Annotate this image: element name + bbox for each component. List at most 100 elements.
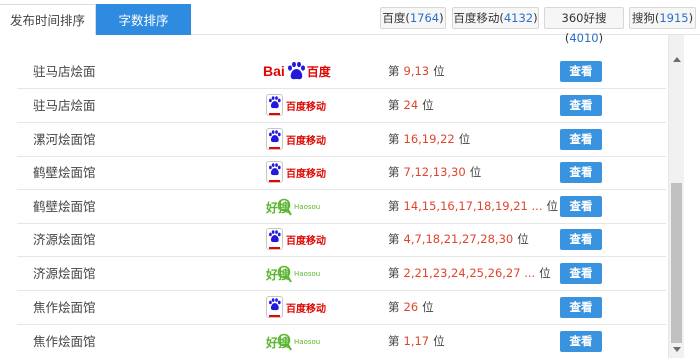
engine-logo: 百度移动 — [266, 296, 326, 320]
scroll-down-arrow-icon[interactable] — [673, 347, 681, 352]
top-bar: 发布时间排序 字数排序 百度(1764) 百度移动(4132) 360好搜(40… — [0, 0, 700, 45]
keyword-text: 鹤壁烩面馆 — [33, 199, 96, 214]
view-button[interactable]: 查看 — [560, 331, 602, 352]
engine-name: 360好搜 — [561, 11, 607, 25]
rank-suffix: 位 — [539, 266, 551, 280]
logo-text: 百度移动 — [286, 101, 326, 113]
keyword-text: 济源烩面馆 — [33, 266, 96, 281]
rank-info: 第 16,19,22 位 — [388, 123, 470, 156]
keyword-text: 焦作烩面馆 — [33, 334, 96, 349]
rank-suffix: 位 — [517, 232, 529, 246]
engine-count: 1915 — [659, 11, 689, 25]
scrollbar-thumb[interactable] — [671, 183, 682, 343]
table-row: 济源烩面馆 好搜 Haosou 第 2,21,23,24,25,26,27 ... 位… — [17, 257, 666, 291]
rank-positions: 24 — [403, 98, 419, 112]
logo-text: Bai — [263, 63, 285, 79]
engine-count: 1764 — [409, 11, 440, 25]
view-button[interactable]: 查看 — [560, 297, 602, 318]
rank-prefix: 第 — [388, 266, 400, 280]
logo-text: 百度移动 — [286, 135, 326, 147]
baidu-paw-icon — [269, 230, 281, 243]
engine-count: 4132 — [503, 11, 534, 25]
logo-text: 百度移动 — [286, 168, 326, 180]
engine-name: 百度移动 — [453, 11, 500, 25]
engine-logo: 百度移动 — [266, 128, 326, 152]
baidu-paw-icon — [269, 298, 281, 311]
rank-suffix: 位 — [546, 199, 559, 213]
ranking-list: 驻马店烩面 Bai 百度 第 9,13 位 查看 驻马店烩面 百度移动 第 24 位 查看… — [0, 35, 668, 358]
rank-positions: 2,21,23,24,25,26,27 ... — [403, 266, 536, 280]
view-button[interactable]: 查看 — [560, 95, 602, 116]
table-row: 驻马店烩面 Bai 百度 第 9,13 位 查看 — [17, 55, 666, 89]
rank-prefix: 第 — [388, 98, 400, 112]
scroll-up-arrow-icon[interactable] — [673, 57, 681, 62]
rank-positions: 14,15,16,17,18,19,21 ... — [403, 199, 543, 213]
rank-info: 第 24 位 — [388, 89, 434, 122]
engine-logo: 好搜 Haosou — [266, 330, 320, 354]
engine-logo: 百度移动 — [266, 161, 326, 185]
rank-positions: 4,7,18,21,27,28,30 — [403, 232, 514, 246]
table-row: 济源烩面馆 百度移动 第 4,7,18,21,27,28,30 位 查看 — [17, 223, 666, 257]
baidu-paw-icon — [269, 163, 281, 176]
rank-info: 第 7,12,13,30 位 — [388, 156, 481, 189]
view-button[interactable]: 查看 — [560, 162, 602, 183]
table-row: 鹤壁烩面馆 好搜 Haosou 第 14,15,16,17,18,19,21 ...… — [17, 190, 666, 224]
keyword-text: 济源烩面馆 — [33, 232, 96, 247]
engine-name: 搜狗 — [631, 11, 655, 25]
tab-publish-time-sort[interactable]: 发布时间排序 — [0, 4, 96, 35]
engine-logo: 好搜 Haosou — [266, 262, 320, 286]
tab-word-count-sort[interactable]: 字数排序 — [96, 4, 191, 35]
rank-suffix: 位 — [422, 300, 434, 314]
logo-subtext: Haosou — [294, 338, 321, 346]
baidu-paw-icon — [269, 96, 281, 109]
rank-positions: 7,12,13,30 — [403, 165, 466, 179]
vertical-scrollbar[interactable] — [668, 35, 684, 358]
rank-prefix: 第 — [388, 199, 400, 213]
view-button[interactable]: 查看 — [560, 263, 602, 284]
view-button[interactable]: 查看 — [560, 229, 602, 250]
keyword-text: 驻马店烩面 — [33, 98, 96, 113]
logo-text: 百度移动 — [286, 235, 326, 247]
logo-subtext: Haosou — [294, 203, 321, 211]
rank-info: 第 2,21,23,24,25,26,27 ... 位 — [388, 257, 551, 290]
engine-name: 百度 — [382, 11, 406, 25]
rank-prefix: 第 — [388, 165, 400, 179]
keyword-text: 驻马店烩面 — [33, 64, 96, 79]
view-button[interactable]: 查看 — [560, 61, 602, 82]
view-button[interactable]: 查看 — [560, 129, 602, 150]
rank-suffix: 位 — [422, 98, 434, 112]
haosou-magnifier-icon — [277, 265, 292, 283]
rank-prefix: 第 — [388, 132, 400, 146]
logo-text: 百度移动 — [286, 303, 326, 315]
keyword-text: 漯河烩面馆 — [33, 132, 96, 147]
rank-suffix: 位 — [469, 165, 482, 179]
rank-prefix: 第 — [388, 300, 400, 314]
rank-info: 第 1,17 位 — [388, 325, 445, 358]
rank-positions: 16,19,22 — [403, 132, 455, 146]
engine-filter-baidu[interactable]: 百度(1764) — [380, 7, 446, 29]
baidu-paw-icon — [269, 130, 281, 143]
rank-info: 第 26 位 — [388, 291, 434, 324]
table-row: 焦作烩面馆 百度移动 第 26 位 查看 — [17, 291, 666, 325]
rank-positions: 26 — [403, 300, 419, 314]
engine-filter-sogou[interactable]: 搜狗(1915) — [629, 7, 696, 29]
rank-suffix: 位 — [458, 132, 471, 146]
logo-text: 百度 — [306, 64, 331, 79]
keyword-text: 鹤壁烩面馆 — [33, 165, 96, 180]
rank-positions: 1,17 — [403, 334, 430, 348]
engine-filter-baidu-mobile[interactable]: 百度移动(4132) — [452, 7, 539, 29]
rank-prefix: 第 — [388, 334, 400, 348]
keyword-text: 焦作烩面馆 — [33, 300, 96, 315]
haosou-magnifier-icon — [277, 198, 292, 216]
view-button[interactable]: 查看 — [560, 196, 602, 217]
rank-suffix: 位 — [433, 64, 445, 78]
engine-filter-360-haosou[interactable]: 360好搜(4010) — [544, 7, 624, 45]
rank-info: 第 9,13 位 — [388, 55, 445, 88]
table-row: 驻马店烩面 百度移动 第 24 位 查看 — [17, 89, 666, 123]
rank-positions: 9,13 — [403, 64, 430, 78]
engine-logo: Bai 百度 — [263, 60, 331, 84]
table-row: 焦作烩面馆 好搜 Haosou 第 1,17 位 查看 — [17, 325, 666, 358]
haosou-magnifier-icon — [277, 333, 292, 351]
logo-subtext: Haosou — [294, 270, 321, 278]
rank-info: 第 4,7,18,21,27,28,30 位 — [388, 223, 529, 256]
